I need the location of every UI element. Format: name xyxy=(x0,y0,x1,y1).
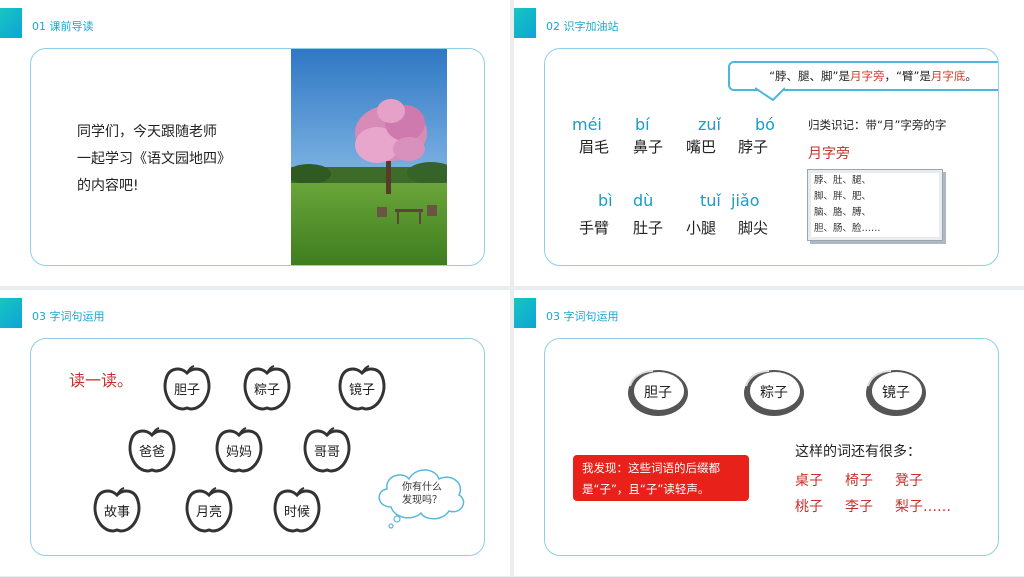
word: 肚子 xyxy=(633,219,664,237)
radical-words-line: 脖、肚、腿、 xyxy=(814,175,872,186)
slide-4[interactable]: 03 字词句运用 胆子 粽子 镜子 我发现：这些词语的后缀都 是“子”，且“子”… xyxy=(514,290,1024,576)
callout-tail xyxy=(755,87,785,101)
intro-text: 同学们，今天跟随老师 一起学习《语文园地四》 的内容吧! xyxy=(77,119,257,200)
cloud-question: 你有什么 发现吗？ xyxy=(393,481,451,507)
lemon-word-card: 镜子 xyxy=(863,366,929,418)
cloud-line: 发现吗？ xyxy=(402,495,442,506)
word: 眉毛 xyxy=(579,138,610,156)
callout-text: ，“臂”是 xyxy=(884,69,931,83)
apple-word: 镜子 xyxy=(348,383,375,398)
word: 小腿 xyxy=(686,219,717,237)
classify-label: 归类识记：带“月”字旁的字 xyxy=(808,118,947,132)
garden-tree-photo xyxy=(287,49,455,265)
pinyin: zuǐ xyxy=(698,115,721,134)
apple-word-card: 妈妈 xyxy=(213,427,265,475)
pinyin: tuǐ xyxy=(700,191,721,210)
header-accent xyxy=(0,298,22,328)
apple-word: 粽子 xyxy=(253,383,280,398)
apple-word: 胆子 xyxy=(173,383,200,398)
apple-word: 哥哥 xyxy=(313,445,340,460)
lemon-word-card: 粽子 xyxy=(741,366,807,418)
callout-highlight: 月字旁 xyxy=(850,69,885,83)
thought-cloud: 你有什么 发现吗？ xyxy=(371,463,471,531)
radical-name: 月字旁 xyxy=(808,146,850,162)
pinyin: méi xyxy=(572,115,602,134)
apple-word-card: 爸爸 xyxy=(126,427,178,475)
example-word: 桌子 xyxy=(795,473,823,489)
apple-word-card: 月亮 xyxy=(183,487,235,535)
pinyin: bó xyxy=(755,115,775,134)
apple-word-card: 哥哥 xyxy=(301,427,353,475)
apple-word: 故事 xyxy=(103,505,130,520)
radical-words-line: 胆、肠、脸…… xyxy=(814,223,881,234)
slide-header: 03 字词句运用 xyxy=(546,310,619,323)
word: 脖子 xyxy=(738,138,769,156)
slide-header: 01 课前导读 xyxy=(32,20,94,33)
example-word: 椅子 xyxy=(845,473,873,489)
radical-words-line: 脚、胖、肥、 xyxy=(814,191,872,202)
lemon-word: 粽子 xyxy=(760,385,788,401)
word: 手臂 xyxy=(579,219,610,237)
content-panel: 同学们，今天跟随老师 一起学习《语文园地四》 的内容吧! xyxy=(30,48,485,266)
finding-line: 是“子”，且“子”读轻声。 xyxy=(582,482,710,496)
example-word: 李子 xyxy=(845,499,873,515)
apple-word-card: 镜子 xyxy=(336,365,388,413)
apple-word-card: 粽子 xyxy=(241,365,293,413)
apple-word-card: 胆子 xyxy=(161,365,213,413)
word: 脚尖 xyxy=(738,219,769,237)
lemon-word: 胆子 xyxy=(644,385,672,401)
cloud-line: 你有什么 xyxy=(402,482,442,493)
intro-line: 同学们，今天跟随老师 xyxy=(77,124,217,140)
pinyin: bì xyxy=(598,191,613,210)
header-accent xyxy=(514,298,536,328)
slide-2[interactable]: 02 识字加油站 “脖、腿、脚”是月字旁，“臂”是月字底。 méi bí zuǐ… xyxy=(514,0,1024,286)
apple-word: 时候 xyxy=(283,505,310,520)
content-panel: “脖、腿、脚”是月字旁，“臂”是月字底。 méi bí zuǐ bó 眉毛 鼻子… xyxy=(544,48,999,266)
header-accent xyxy=(514,8,536,38)
slide-1[interactable]: 01 课前导读 同学们，今天跟随老师 一起学习《语文园地四》 的内容吧! xyxy=(0,0,510,286)
intro-line: 的内容吧! xyxy=(77,178,139,194)
apple-word: 爸爸 xyxy=(138,445,165,460)
apple-word: 妈妈 xyxy=(225,445,252,460)
example-word: 桃子 xyxy=(795,499,823,515)
more-words-label: 这样的词还有很多： xyxy=(795,444,921,460)
pinyin: jiǎo xyxy=(731,191,760,210)
pinyin: dù xyxy=(633,191,654,210)
slide-header: 02 识字加油站 xyxy=(546,20,619,33)
word: 嘴巴 xyxy=(686,138,717,156)
finding-line: 我发现：这些词语的后缀都 xyxy=(582,461,720,475)
apple-word: 月亮 xyxy=(195,505,222,520)
apple-word-card: 时候 xyxy=(271,487,323,535)
callout-text: 。 xyxy=(965,69,977,83)
callout-text: “脖、腿、脚”是 xyxy=(769,69,850,83)
slide-3[interactable]: 03 字词句运用 读一读。 胆子 粽子 镜子 爸爸 妈妈 哥哥 故事 月亮 时候… xyxy=(0,290,510,576)
lemon-word-card: 胆子 xyxy=(625,366,691,418)
pinyin: bí xyxy=(635,115,650,134)
callout-highlight: 月字底 xyxy=(930,69,966,83)
example-word: 凳子 xyxy=(895,473,923,489)
radical-words-line: 脑、胳、膊、 xyxy=(814,207,872,218)
intro-line: 一起学习《语文园地四》 xyxy=(77,151,231,167)
finding-box: 我发现：这些词语的后缀都 是“子”，且“子”读轻声。 xyxy=(573,455,749,501)
apple-word-card: 故事 xyxy=(91,487,143,535)
content-panel: 胆子 粽子 镜子 我发现：这些词语的后缀都 是“子”，且“子”读轻声。 这样的词… xyxy=(544,338,999,556)
lemon-word: 镜子 xyxy=(882,385,910,401)
word: 鼻子 xyxy=(633,138,664,156)
radical-words-box: 脖、肚、腿、 脚、胖、肥、 脑、胳、膊、 胆、肠、脸…… xyxy=(807,169,943,241)
example-word: 梨子…… xyxy=(895,499,951,515)
slide-header: 03 字词句运用 xyxy=(32,310,105,323)
read-title: 读一读。 xyxy=(69,371,134,390)
header-accent xyxy=(0,8,22,38)
content-panel: 读一读。 胆子 粽子 镜子 爸爸 妈妈 哥哥 故事 月亮 时候 你有什么 发现吗… xyxy=(30,338,485,556)
